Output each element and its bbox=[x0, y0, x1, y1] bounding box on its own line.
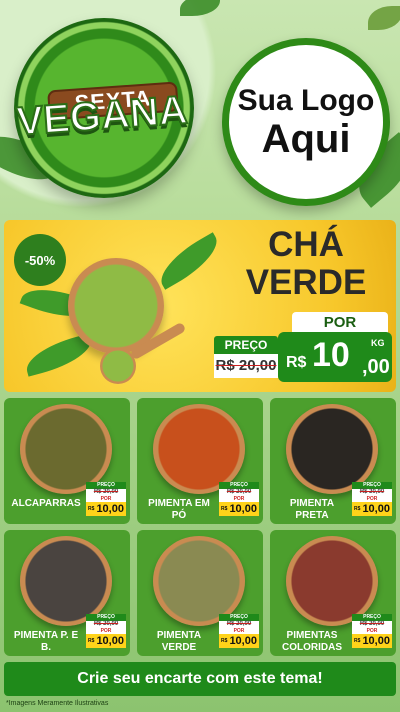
product-image bbox=[20, 536, 112, 626]
discount-badge: -50% bbox=[14, 234, 66, 286]
price-value: 10,00 bbox=[96, 635, 124, 647]
price-unit: KG bbox=[371, 338, 385, 348]
price-integer: 10 bbox=[312, 336, 350, 374]
product-price-tag: PREÇO R$ 20,00 POR R$ 10,00 bbox=[352, 482, 392, 516]
product-card[interactable]: PIMENTAS COLORIDAS PREÇO R$ 20,00 POR R$… bbox=[270, 530, 396, 656]
old-price: R$ 20,00 bbox=[219, 489, 259, 496]
product-name: PIMENTAS COLORIDAS bbox=[282, 630, 342, 653]
product-price-tag: PREÇO R$ 20,00 POR R$ 10,00 bbox=[352, 614, 392, 648]
currency: R$ bbox=[354, 638, 361, 644]
featured-title-line1: CHÁ bbox=[268, 225, 344, 264]
new-price: R$ 10,00 bbox=[86, 634, 126, 648]
old-price: R$ 20,00 bbox=[86, 489, 126, 496]
featured-title-line2: VERDE bbox=[245, 263, 367, 302]
old-price: R$ 20,00 bbox=[214, 354, 278, 378]
product-name: PIMENTA P. E B. bbox=[13, 630, 79, 653]
price-value: 10,00 bbox=[229, 503, 257, 515]
product-price-tag: PREÇO R$ 20,00 POR R$ 10,00 bbox=[219, 482, 259, 516]
product-card[interactable]: ALCAPARRAS PREÇO R$ 20,00 POR R$ 10,00 bbox=[4, 398, 130, 524]
currency: R$ bbox=[88, 638, 95, 644]
new-price-box: R$ 10 ,00 KG bbox=[278, 332, 392, 382]
currency: R$ bbox=[221, 506, 228, 512]
product-name: PIMENTA PRETA bbox=[289, 498, 335, 521]
currency: R$ bbox=[88, 506, 95, 512]
featured-title: CHÁ VERDE bbox=[214, 226, 396, 302]
product-card[interactable]: PIMENTA P. E B. PREÇO R$ 20,00 POR R$ 10,… bbox=[4, 530, 130, 656]
new-price: R$ 10,00 bbox=[352, 502, 392, 516]
price-value: 10,00 bbox=[362, 635, 390, 647]
price-value: 10,00 bbox=[229, 635, 257, 647]
new-price: R$ 10,00 bbox=[352, 634, 392, 648]
preco-label: PREÇO bbox=[86, 482, 126, 489]
preco-label: PREÇO bbox=[219, 482, 259, 489]
logo-line2: Aqui bbox=[261, 116, 351, 161]
product-image bbox=[153, 404, 245, 494]
old-price-label: PREÇO bbox=[214, 336, 278, 354]
product-name: ALCAPARRAS bbox=[11, 498, 81, 509]
product-image bbox=[286, 404, 378, 494]
product-name: PIMENTA EM PÓ bbox=[148, 498, 210, 521]
product-price-tag: PREÇO R$ 20,00 POR R$ 10,00 bbox=[86, 482, 126, 516]
product-card[interactable]: PIMENTA VERDE PREÇO R$ 20,00 POR R$ 10,00 bbox=[137, 530, 263, 656]
old-price: R$ 20,00 bbox=[219, 621, 259, 628]
leaf-decoration bbox=[368, 6, 400, 30]
product-card[interactable]: PIMENTA PRETA PREÇO R$ 20,00 POR R$ 10,00 bbox=[270, 398, 396, 524]
logo-placeholder[interactable]: Sua Logo Aqui bbox=[222, 38, 390, 206]
price-value: 10,00 bbox=[362, 503, 390, 515]
new-price: R$ 10,00 bbox=[219, 502, 259, 516]
product-price-tag: PREÇO R$ 20,00 POR R$ 10,00 bbox=[86, 614, 126, 648]
new-price: R$ 10,00 bbox=[86, 502, 126, 516]
leaf-decoration bbox=[180, 0, 220, 16]
currency: R$ bbox=[221, 638, 228, 644]
preco-label: PREÇO bbox=[352, 614, 392, 621]
new-price-label: POR bbox=[292, 312, 388, 334]
price-currency: R$ bbox=[286, 354, 307, 371]
flyer-page: SEXTA VEGANA Sua Logo Aqui -50% CHÁ VERD… bbox=[0, 0, 400, 712]
product-image bbox=[286, 536, 378, 626]
product-image bbox=[153, 536, 245, 626]
disclaimer: *Imagens Meramente Ilustrativas bbox=[6, 700, 109, 707]
price-value: 10,00 bbox=[96, 503, 124, 515]
discount-text: -50% bbox=[24, 252, 56, 268]
product-image bbox=[20, 404, 112, 494]
currency: R$ bbox=[354, 506, 361, 512]
preco-label: PREÇO bbox=[352, 482, 392, 489]
product-price-tag: PREÇO R$ 20,00 POR R$ 10,00 bbox=[219, 614, 259, 648]
old-price: R$ 20,00 bbox=[86, 621, 126, 628]
price-cents: ,00 bbox=[362, 356, 390, 378]
product-name: PIMENTA VERDE bbox=[156, 630, 202, 653]
logo-line1: Sua Logo bbox=[237, 83, 375, 117]
new-price: R$ 10,00 bbox=[219, 634, 259, 648]
cta-banner[interactable]: Crie seu encarte com este tema! bbox=[4, 662, 396, 696]
featured-product[interactable]: -50% CHÁ VERDE PREÇO R$ 20,00 POR R$ 10 … bbox=[4, 220, 396, 392]
preco-label: PREÇO bbox=[86, 614, 126, 621]
old-price: R$ 20,00 bbox=[352, 489, 392, 496]
product-card[interactable]: PIMENTA EM PÓ PREÇO R$ 20,00 POR R$ 10,00 bbox=[137, 398, 263, 524]
old-price: R$ 20,00 bbox=[352, 621, 392, 628]
preco-label: PREÇO bbox=[219, 614, 259, 621]
